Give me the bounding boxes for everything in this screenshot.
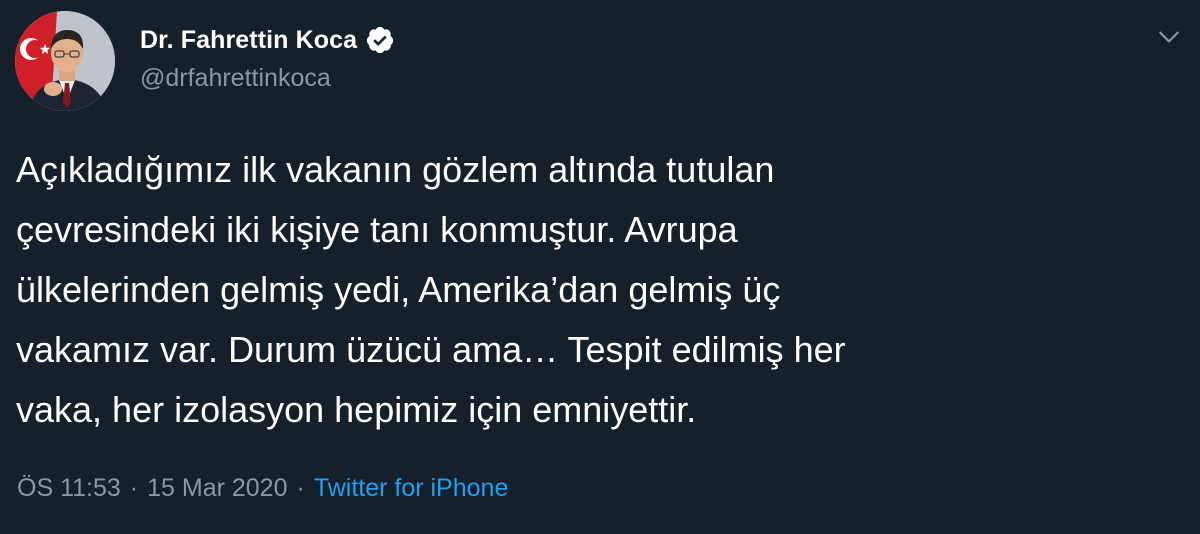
author-display-name[interactable]: Dr. Fahrettin Koca bbox=[140, 26, 357, 55]
separator-dot: · bbox=[296, 474, 305, 502]
tweet-metadata: ÖS 11:53 · 15 Mar 2020 · Twitter for iPh… bbox=[17, 474, 508, 503]
avatar[interactable] bbox=[15, 11, 115, 111]
tweet-source-link[interactable]: Twitter for iPhone bbox=[314, 474, 509, 503]
chevron-down-icon[interactable] bbox=[1156, 24, 1182, 50]
tweet-date[interactable]: 15 Mar 2020 bbox=[147, 474, 287, 503]
tweet-time[interactable]: ÖS 11:53 bbox=[17, 474, 121, 503]
display-name-row: Dr. Fahrettin Koca bbox=[140, 22, 395, 58]
tweet-card: Dr. Fahrettin Koca @drfahrettinkoca Açık… bbox=[0, 0, 1200, 534]
author-handle[interactable]: @drfahrettinkoca bbox=[140, 64, 395, 93]
avatar-image bbox=[15, 11, 115, 111]
separator-dot: · bbox=[129, 474, 139, 502]
tweet-text: Açıkladığımız ilk vakanın gözlem altında… bbox=[16, 149, 846, 430]
author-info: Dr. Fahrettin Koca @drfahrettinkoca bbox=[140, 22, 395, 93]
verified-badge-icon bbox=[365, 25, 395, 55]
